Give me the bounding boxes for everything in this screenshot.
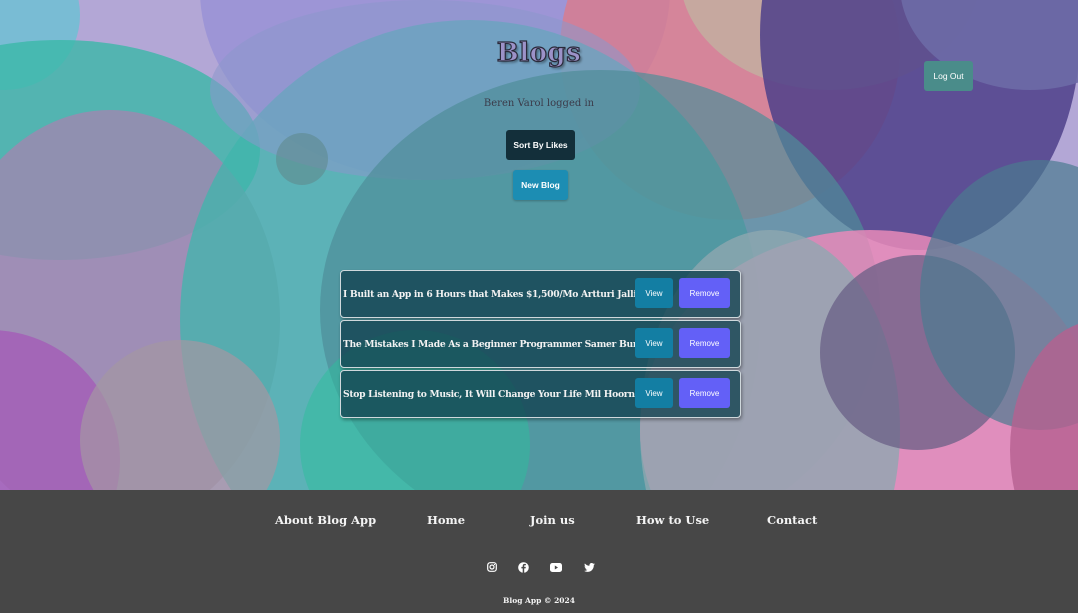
copyright: Blog App © 2024 (503, 596, 575, 605)
footer: About Blog App Home Join us How to Use C… (0, 490, 1078, 613)
footer-link-home[interactable]: Home (427, 513, 465, 527)
blog-item: The Mistakes I Made As a Beginner Progra… (340, 320, 741, 368)
sort-by-likes-button[interactable]: Sort By Likes (506, 130, 575, 160)
blog-list: I Built an App in 6 Hours that Makes $1,… (340, 270, 741, 420)
new-blog-button[interactable]: New Blog (513, 170, 568, 200)
view-button[interactable]: View (635, 378, 673, 408)
page-title: Blogs (496, 37, 582, 68)
remove-button[interactable]: Remove (679, 328, 730, 358)
blog-title-author: Stop Listening to Music, It Will Change … (343, 388, 655, 400)
footer-link-join[interactable]: Join us (530, 513, 575, 527)
view-button[interactable]: View (635, 278, 673, 308)
blog-item: I Built an App in 6 Hours that Makes $1,… (340, 270, 741, 318)
blog-title-author: The Mistakes I Made As a Beginner Progra… (343, 338, 645, 350)
blog-title-author: I Built an App in 6 Hours that Makes $1,… (343, 288, 637, 300)
view-button[interactable]: View (635, 328, 673, 358)
logged-in-status: Beren Varol logged in (483, 98, 595, 109)
facebook-icon[interactable] (516, 560, 530, 574)
blog-item: Stop Listening to Music, It Will Change … (340, 370, 741, 418)
logout-button[interactable]: Log Out (924, 61, 973, 91)
remove-button[interactable]: Remove (679, 278, 730, 308)
footer-link-about[interactable]: About Blog App (275, 513, 376, 527)
footer-link-contact[interactable]: Contact (767, 513, 817, 527)
youtube-icon[interactable] (549, 560, 563, 574)
instagram-icon[interactable] (485, 560, 499, 574)
twitter-icon[interactable] (582, 560, 596, 574)
footer-link-how-to-use[interactable]: How to Use (636, 513, 709, 527)
remove-button[interactable]: Remove (679, 378, 730, 408)
